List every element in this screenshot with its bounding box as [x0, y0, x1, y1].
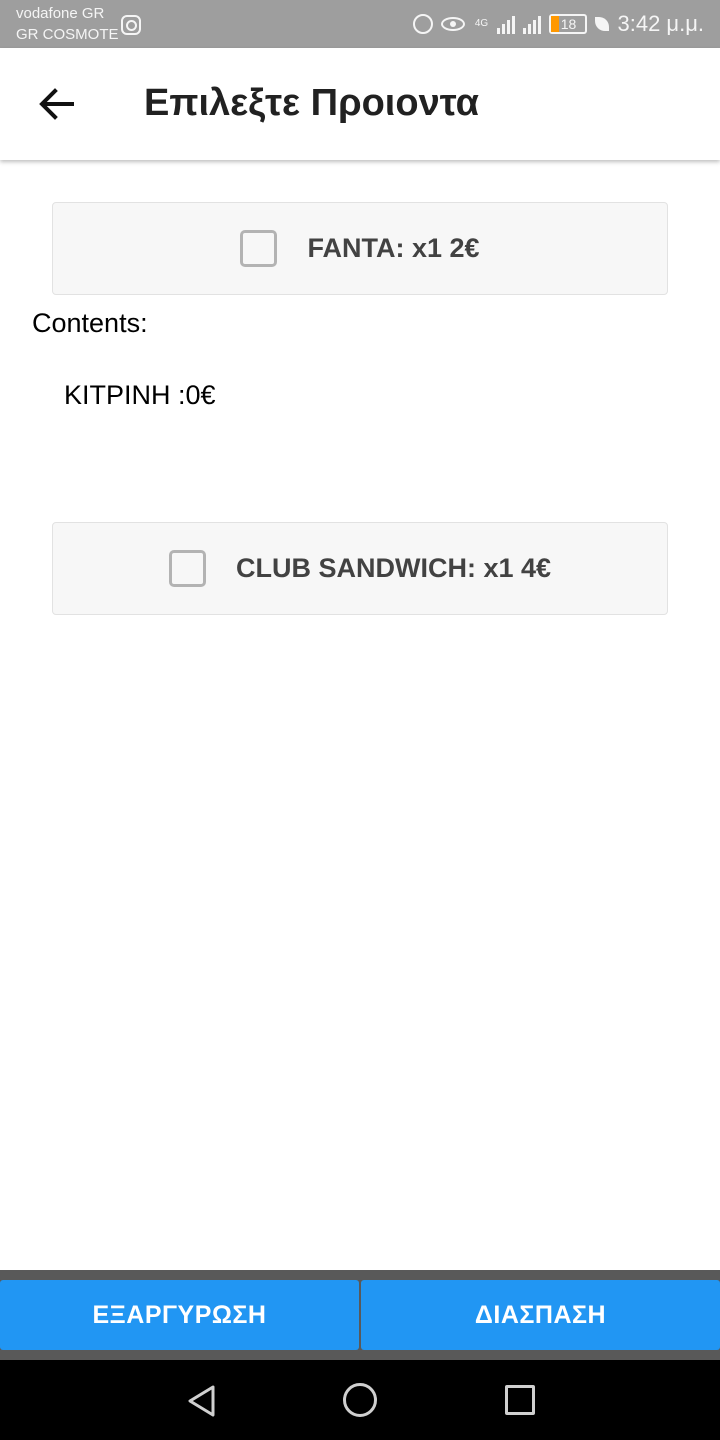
signal-icon — [497, 14, 516, 34]
product-checkbox[interactable] — [240, 230, 278, 267]
back-button[interactable] — [26, 78, 86, 130]
battery-level: 18 — [560, 16, 577, 32]
status-icons: 4G 18 3:42 μ.μ. — [413, 8, 704, 40]
redeem-button[interactable]: ΕΞΑΡΓΥΡΩΣΗ — [0, 1280, 359, 1350]
product-item-club-sandwich[interactable]: CLUB SANDWICH: x1 4€ — [52, 522, 668, 615]
contents-item: ΚΙΤΡΙΝΗ :0€ — [64, 380, 216, 410]
carrier-primary: vodafone GR — [16, 5, 105, 22]
product-item-fanta[interactable]: FANTA: x1 2€ — [52, 202, 668, 295]
nav-back-icon[interactable] — [186, 1384, 216, 1418]
alarm-icon — [413, 14, 434, 34]
product-label: CLUB SANDWICH: x1 4€ — [235, 553, 552, 583]
signal-icon-secondary — [523, 14, 542, 34]
split-button[interactable]: ΔΙΑΣΠΑΣΗ — [361, 1280, 720, 1350]
arrow-left-icon — [39, 88, 74, 120]
instagram-icon — [121, 15, 141, 35]
carrier-secondary: GR COSMOTE — [16, 26, 119, 43]
system-nav-bar — [0, 1360, 720, 1440]
eye-icon — [441, 17, 466, 31]
page-title: Επιλεξτε Προιοντα — [144, 82, 479, 124]
status-time: 3:42 μ.μ. — [617, 11, 704, 36]
leaf-icon — [595, 17, 610, 31]
nav-recents-icon[interactable] — [505, 1385, 535, 1415]
network-type: 4G — [474, 18, 489, 29]
product-checkbox[interactable] — [168, 550, 206, 587]
battery-icon: 18 — [549, 14, 588, 34]
nav-home-icon[interactable] — [343, 1383, 377, 1417]
product-label: FANTA: x1 2€ — [307, 233, 480, 263]
app-bar: Επιλεξτε Προιοντα — [0, 48, 720, 160]
status-bar: vodafone GR GR COSMOTE 4G 18 3:42 μ.μ. — [0, 0, 720, 48]
contents-heading: Contents: — [32, 308, 148, 338]
